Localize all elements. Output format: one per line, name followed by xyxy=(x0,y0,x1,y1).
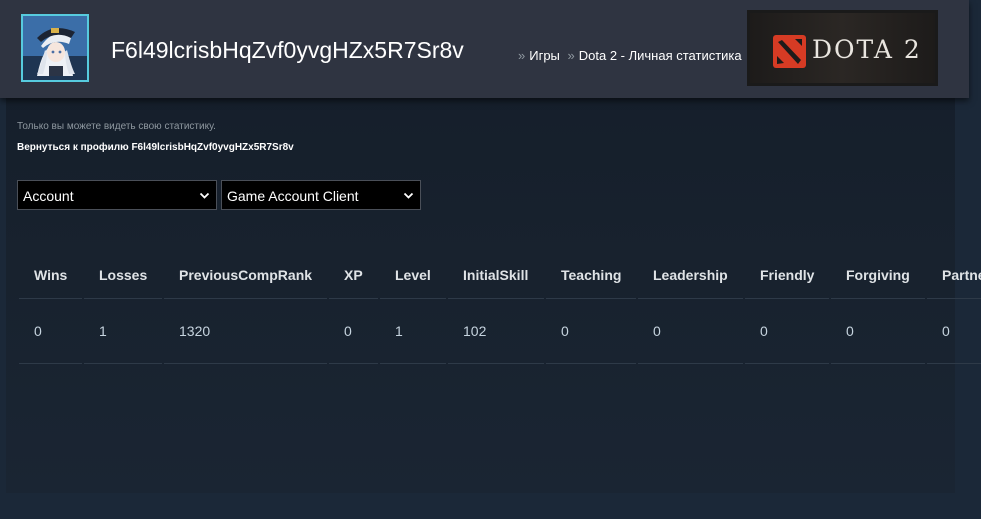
privacy-notice: Только вы можете видеть свою статистику. xyxy=(17,121,216,132)
breadcrumb-separator: » xyxy=(567,48,575,63)
table-cell: 0 xyxy=(745,299,829,364)
dota-logo-icon xyxy=(773,35,806,68)
column-header: XP xyxy=(329,252,378,299)
table-cell: 0 xyxy=(927,299,981,364)
stats-table: Wins 0 Losses 1 PreviousCompRank 1320 XP… xyxy=(19,252,981,364)
breadcrumb: » Игры » Dota 2 - Личная статистика xyxy=(518,48,742,63)
chevron-down-icon xyxy=(403,192,414,199)
column-header: Losses xyxy=(84,252,162,299)
table-column: InitialSkill 102 xyxy=(448,252,546,364)
table-column: Wins 0 xyxy=(19,252,84,364)
cell-value: 0 xyxy=(653,323,661,339)
back-to-profile-link[interactable]: Вернуться к профилю F6l49lcrisbHqZvf0yvg… xyxy=(17,142,294,153)
cell-value: 0 xyxy=(34,323,42,339)
column-header-label: Level xyxy=(395,267,431,283)
table-column: XP 0 xyxy=(329,252,380,364)
cell-value: 0 xyxy=(846,323,854,339)
table-column: Friendly 0 xyxy=(745,252,831,364)
cell-value: 1320 xyxy=(179,323,211,339)
table-cell: 102 xyxy=(448,299,544,364)
column-header-label: Friendly xyxy=(760,267,815,283)
profile-name[interactable]: F6l49lcrisbHqZvf0yvgHZx5R7Sr8v xyxy=(111,37,464,64)
table-column: Level 1 xyxy=(380,252,448,364)
breadcrumb-link-games[interactable]: Игры xyxy=(529,48,560,63)
stats-source-value: Game Account Client xyxy=(227,188,359,204)
cell-value: 0 xyxy=(760,323,768,339)
breadcrumb-link-dota-stats[interactable]: Dota 2 - Личная статистика xyxy=(579,48,742,63)
cell-value: 0 xyxy=(344,323,352,339)
table-column: PreviousCompRank 1320 xyxy=(164,252,329,364)
column-header-label: Losses xyxy=(99,267,148,283)
stats-category-value: Account xyxy=(23,188,74,204)
table-cell: 0 xyxy=(19,299,82,364)
table-cell: 0 xyxy=(831,299,925,364)
table-column: Losses 1 xyxy=(84,252,164,364)
column-header: InitialSkill xyxy=(448,252,544,299)
table-cell: 1320 xyxy=(164,299,327,364)
table-cell: 1 xyxy=(84,299,162,364)
table-cell: 0 xyxy=(638,299,743,364)
column-header: Teaching xyxy=(546,252,636,299)
breadcrumb-separator: » xyxy=(518,48,526,63)
cell-value: 1 xyxy=(99,323,107,339)
table-cell: 0 xyxy=(546,299,636,364)
column-header-label: Partner xyxy=(942,267,981,283)
column-header: Friendly xyxy=(745,252,829,299)
table-column: Teaching 0 xyxy=(546,252,638,364)
stats-category-select[interactable]: Account xyxy=(17,180,217,210)
cell-value: 102 xyxy=(463,323,487,339)
cell-value: 0 xyxy=(561,323,569,339)
table-cell: 0 xyxy=(329,299,378,364)
avatar[interactable] xyxy=(21,14,89,82)
game-logo[interactable]: DOTA 2 xyxy=(747,10,938,86)
game-logo-text: DOTA 2 xyxy=(812,35,922,64)
column-header-label: PreviousCompRank xyxy=(179,267,313,283)
column-header: Forgiving xyxy=(831,252,925,299)
column-header: Partner xyxy=(927,252,981,299)
table-column: Partner 0 xyxy=(927,252,981,364)
table-cell: 1 xyxy=(380,299,446,364)
cell-value: 1 xyxy=(395,323,403,339)
avatar-image xyxy=(23,16,87,80)
stats-source-select[interactable]: Game Account Client xyxy=(221,180,421,210)
game-logo-panel: DOTA 2 xyxy=(750,13,935,83)
column-header-label: Leadership xyxy=(653,267,728,283)
column-header: Level xyxy=(380,252,446,299)
table-column: Leadership 0 xyxy=(638,252,745,364)
profile-header: F6l49lcrisbHqZvf0yvgHZx5R7Sr8v » Игры » Do… xyxy=(0,0,969,98)
column-header: Leadership xyxy=(638,252,743,299)
chevron-down-icon xyxy=(199,192,210,199)
cell-value: 0 xyxy=(942,323,950,339)
column-header-label: XP xyxy=(344,267,363,283)
column-header: PreviousCompRank xyxy=(164,252,327,299)
column-header-label: Teaching xyxy=(561,267,622,283)
table-column: Forgiving 0 xyxy=(831,252,927,364)
column-header-label: Forgiving xyxy=(846,267,910,283)
column-header-label: Wins xyxy=(34,267,68,283)
column-header-label: InitialSkill xyxy=(463,267,529,283)
column-header: Wins xyxy=(19,252,82,299)
